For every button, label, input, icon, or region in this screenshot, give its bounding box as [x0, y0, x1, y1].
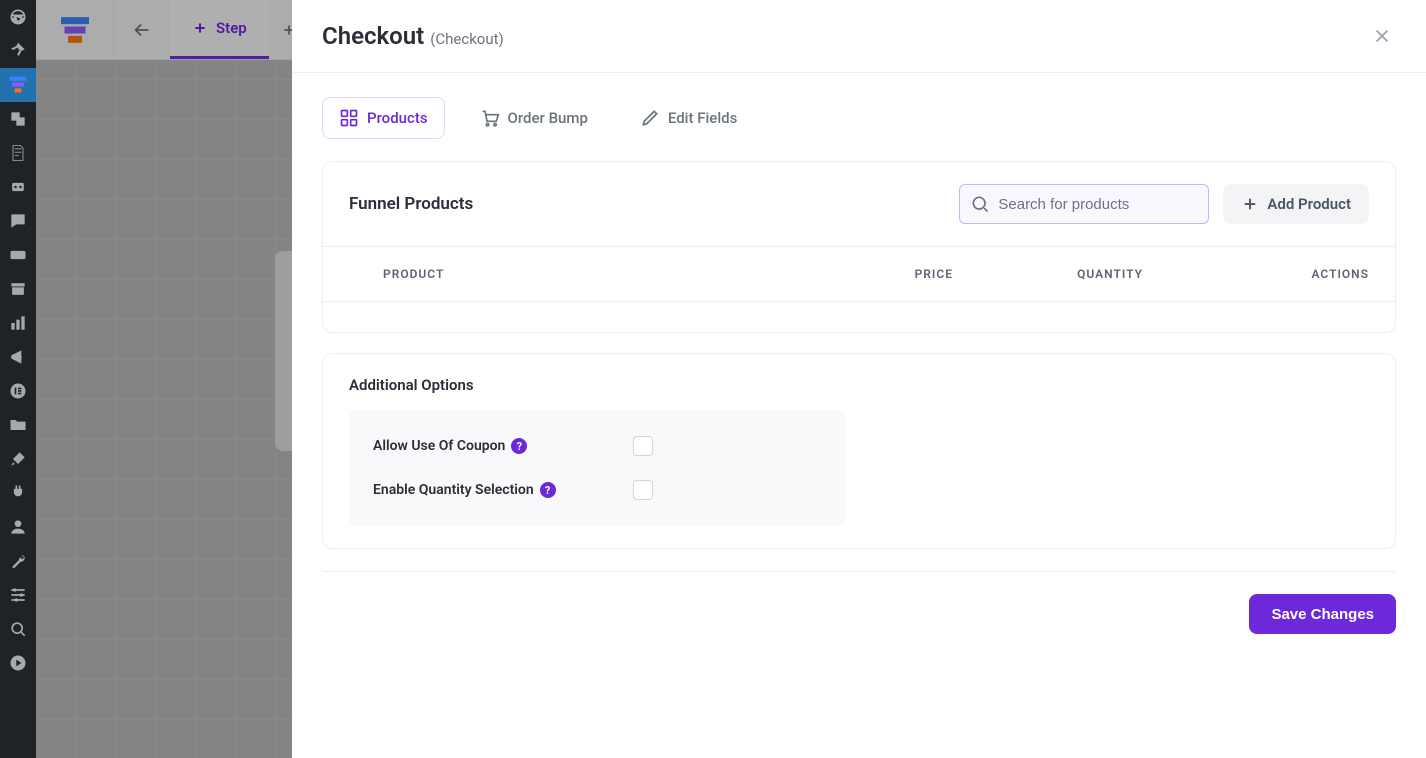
panel-title: Checkout (Checkout) — [322, 22, 504, 50]
cart-icon — [480, 108, 500, 128]
wp-menu-settings[interactable] — [0, 578, 36, 612]
admin-sidebar — [0, 0, 36, 758]
funnel-colored-icon — [8, 75, 28, 95]
wrench-icon — [8, 551, 28, 571]
page-subtitle: (Checkout) — [430, 30, 504, 48]
tab-order-bump-label: Order Bump — [508, 109, 588, 127]
options-box: Allow Use Of Coupon ? Enable Quantity Se… — [349, 410, 846, 526]
wp-menu-elementor[interactable] — [0, 374, 36, 408]
add-product-button[interactable]: Add Product — [1223, 184, 1369, 224]
products-table-body — [323, 302, 1395, 332]
bar-chart-icon — [8, 313, 28, 333]
wp-menu-comments[interactable] — [0, 204, 36, 238]
wp-menu-analytics[interactable] — [0, 306, 36, 340]
gauge-icon — [8, 7, 28, 27]
col-actions: ACTIONS — [1143, 267, 1369, 281]
products-card-controls: Add Product — [959, 184, 1369, 224]
panel-footer: Save Changes — [322, 571, 1396, 656]
magnify-icon — [8, 619, 28, 639]
option-quantity-text: Enable Quantity Selection — [373, 482, 534, 498]
wp-menu-media[interactable] — [0, 102, 36, 136]
brush-icon — [8, 449, 28, 469]
elementor-icon — [8, 381, 28, 401]
archive-icon — [8, 279, 28, 299]
robot-icon — [8, 177, 28, 197]
panel-header: Checkout (Checkout) — [292, 0, 1426, 73]
grid-icon — [339, 108, 359, 128]
option-quantity-row: Enable Quantity Selection ? — [373, 468, 822, 512]
user-icon — [8, 517, 28, 537]
tab-products[interactable]: Products — [322, 97, 445, 139]
wp-menu-archive[interactable] — [0, 272, 36, 306]
panel-content: Funnel Products Add Product PRODUCT PRIC… — [292, 161, 1426, 549]
play-circle-icon — [8, 653, 28, 673]
wp-menu-users[interactable] — [0, 510, 36, 544]
media-icon — [8, 109, 28, 129]
folder-icon — [8, 415, 28, 435]
search-icon — [970, 194, 990, 214]
wp-menu-video[interactable] — [0, 646, 36, 680]
add-product-label: Add Product — [1267, 195, 1351, 213]
tab-products-label: Products — [367, 109, 428, 127]
funnel-products-card: Funnel Products Add Product PRODUCT PRIC… — [322, 161, 1396, 333]
wp-menu-plugins[interactable] — [0, 476, 36, 510]
options-title: Additional Options — [349, 376, 1369, 394]
option-coupon-checkbox[interactable] — [633, 436, 653, 456]
wp-menu-woo[interactable] — [0, 238, 36, 272]
panel-tabs: Products Order Bump Edit Fields — [292, 73, 1426, 161]
wp-menu-pages[interactable] — [0, 136, 36, 170]
close-button[interactable] — [1368, 22, 1396, 50]
col-price: PRICE — [773, 267, 953, 281]
additional-options-card: Additional Options Allow Use Of Coupon ?… — [322, 353, 1396, 549]
modal-overlay[interactable] — [36, 0, 292, 758]
tab-order-bump[interactable]: Order Bump — [463, 97, 605, 139]
col-product: PRODUCT — [349, 267, 773, 281]
option-quantity-label: Enable Quantity Selection ? — [373, 482, 633, 498]
wp-menu-funnels[interactable] — [0, 68, 36, 102]
checkout-settings-panel: Checkout (Checkout) Products Order Bump … — [292, 0, 1426, 758]
pin-icon — [8, 41, 28, 61]
help-icon[interactable]: ? — [511, 438, 527, 454]
comment-icon — [8, 211, 28, 231]
page-title: Checkout — [322, 22, 424, 50]
save-button[interactable]: Save Changes — [1249, 594, 1396, 634]
plug-icon — [8, 483, 28, 503]
wp-menu-theme[interactable] — [0, 170, 36, 204]
product-search-input[interactable] — [998, 196, 1198, 213]
option-coupon-text: Allow Use Of Coupon — [373, 438, 505, 454]
megaphone-icon — [8, 347, 28, 367]
wp-menu-templates[interactable] — [0, 408, 36, 442]
wp-menu-pin[interactable] — [0, 34, 36, 68]
help-icon[interactable]: ? — [540, 482, 556, 498]
wp-menu-marketing[interactable] — [0, 340, 36, 374]
product-search[interactable] — [959, 184, 1209, 224]
col-quantity: QUANTITY — [953, 267, 1143, 281]
wp-menu-dashboard[interactable] — [0, 0, 36, 34]
pencil-icon — [640, 108, 660, 128]
option-coupon-row: Allow Use Of Coupon ? — [373, 424, 822, 468]
wp-menu-search[interactable] — [0, 612, 36, 646]
products-card-title: Funnel Products — [349, 194, 473, 214]
woo-icon — [8, 245, 28, 265]
tab-edit-fields-label: Edit Fields — [668, 109, 737, 127]
sliders-icon — [8, 585, 28, 605]
tab-edit-fields[interactable]: Edit Fields — [623, 97, 754, 139]
wp-menu-tools[interactable] — [0, 544, 36, 578]
close-icon — [1371, 25, 1393, 47]
wp-menu-appearance[interactable] — [0, 442, 36, 476]
products-card-header: Funnel Products Add Product — [323, 162, 1395, 246]
option-quantity-checkbox[interactable] — [633, 480, 653, 500]
products-table-header: PRODUCT PRICE QUANTITY ACTIONS — [323, 246, 1395, 302]
plus-icon — [1241, 195, 1259, 213]
pages-icon — [8, 143, 28, 163]
option-coupon-label: Allow Use Of Coupon ? — [373, 438, 633, 454]
